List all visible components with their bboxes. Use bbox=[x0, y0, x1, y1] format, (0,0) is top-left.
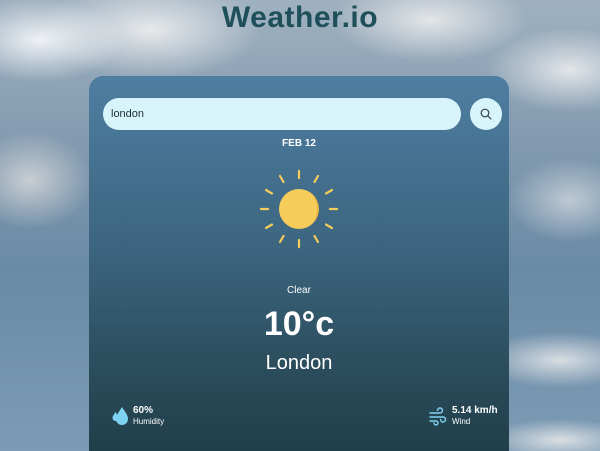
search-button[interactable] bbox=[470, 98, 502, 130]
wind-label: Wind bbox=[452, 417, 471, 426]
sun-icon bbox=[259, 169, 339, 249]
weather-card: FEB 12 Clear 10°c London 60% Humidity bbox=[89, 76, 509, 451]
humidity-label: Humidity bbox=[133, 417, 165, 426]
water-drops-icon bbox=[112, 407, 128, 425]
humidity-value: 60% bbox=[133, 405, 154, 416]
wind-stat: 5.14 km/h Wind bbox=[428, 405, 498, 427]
humidity-stat: 60% Humidity bbox=[111, 405, 164, 427]
app-title: Weather.io bbox=[221, 1, 379, 34]
city-name: London bbox=[265, 352, 333, 374]
wind-icon bbox=[429, 407, 447, 426]
search-icon bbox=[480, 108, 492, 120]
forecast-date: FEB 12 bbox=[282, 138, 316, 149]
temperature: 10°c bbox=[263, 305, 335, 343]
weather-condition: Clear bbox=[287, 285, 311, 296]
city-search-input[interactable] bbox=[103, 98, 461, 130]
wind-value: 5.14 km/h bbox=[452, 405, 498, 416]
